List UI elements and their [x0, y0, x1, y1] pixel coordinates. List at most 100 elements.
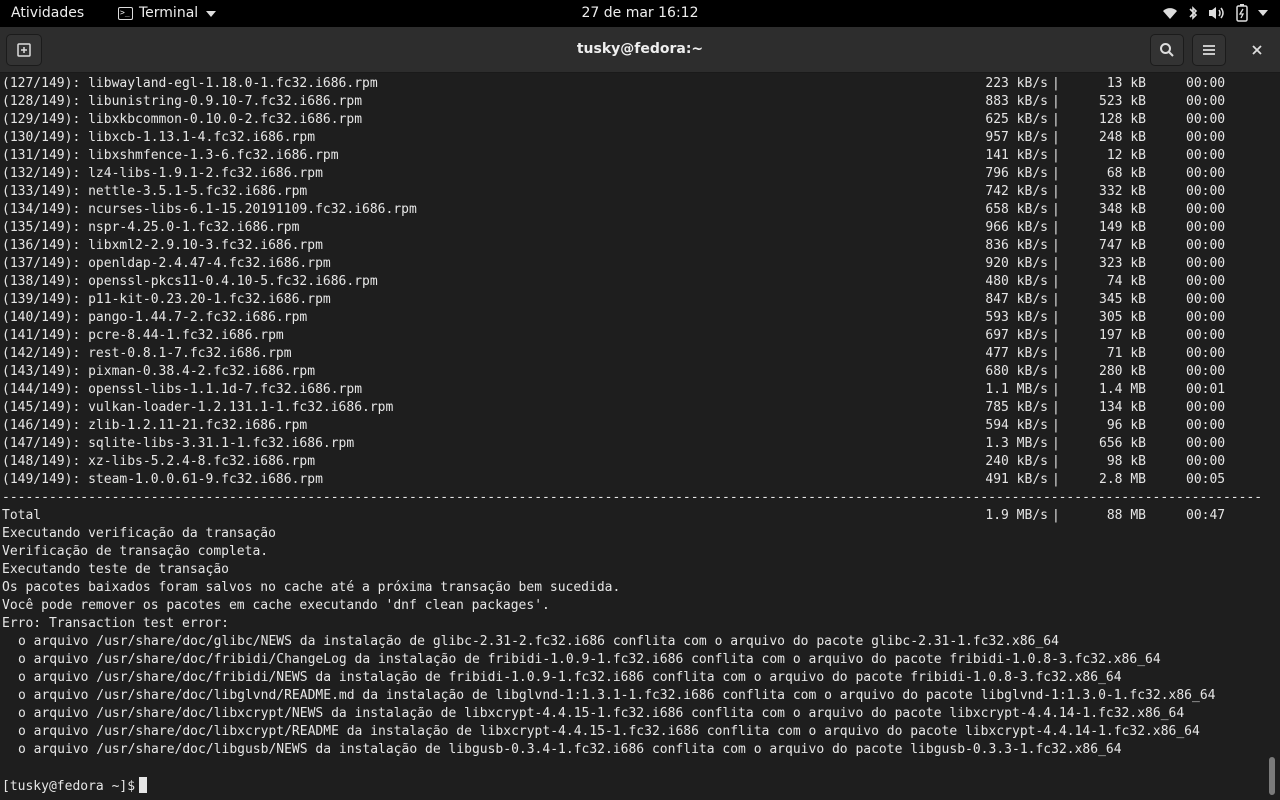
column-separator: | [1052, 454, 1060, 469]
download-speed: 957 kB/s [985, 130, 1048, 145]
system-status-area[interactable] [1162, 4, 1268, 22]
column-separator: | [1052, 346, 1060, 361]
menu-button[interactable] [1192, 34, 1226, 66]
download-line: (142/149): rest-0.8.1-7.fc32.i686.rpm 477… [2, 345, 1232, 363]
shell-prompt: [tusky@fedora ~]$ [2, 777, 148, 795]
error-line: o arquivo /usr/share/doc/libxcrypt/READM… [18, 724, 1200, 739]
download-size: 348 kB [1099, 202, 1146, 217]
column-separator: | [1052, 130, 1060, 145]
package-name: (130/149): libxcb-1.13.1-4.fc32.i686.rpm [2, 130, 316, 145]
download-size: 12 kB [1106, 148, 1146, 163]
column-separator: | [1052, 364, 1060, 379]
download-time: 00:00 [1186, 418, 1226, 433]
clock[interactable]: 27 de mar 16:12 [0, 5, 1280, 21]
window-headerbar: tusky@fedora:~ [0, 27, 1280, 73]
column-separator: | [1052, 472, 1060, 487]
download-time: 00:00 [1186, 76, 1226, 91]
package-name: (128/149): libunistring-0.9.10-7.fc32.i6… [2, 94, 363, 109]
prompt-text: [tusky@fedora ~]$ [2, 779, 136, 794]
download-speed: 477 kB/s [985, 346, 1048, 361]
wifi-icon [1163, 8, 1177, 19]
close-button[interactable] [1240, 34, 1274, 66]
terminal-output[interactable]: (127/149): libwayland-egl-1.18.0-1.fc32.… [0, 74, 1280, 800]
download-size: 523 kB [1099, 94, 1146, 109]
package-name: (127/149): libwayland-egl-1.18.0-1.fc32.… [2, 76, 378, 91]
error-line: o arquivo /usr/share/doc/fribidi/NEWS da… [18, 670, 1122, 685]
column-separator: | [1052, 238, 1060, 253]
package-name: (145/149): vulkan-loader-1.2.131.1-1.fc3… [2, 400, 394, 415]
bluetooth-icon [1189, 6, 1198, 20]
package-name: (148/149): xz-libs-5.2.4-8.fc32.i686.rpm [2, 454, 316, 469]
download-speed: 223 kB/s [985, 76, 1048, 91]
scrollbar[interactable] [1269, 757, 1275, 795]
download-time: 00:00 [1186, 346, 1226, 361]
package-name: (147/149): sqlite-libs-3.31.1-1.fc32.i68… [2, 436, 355, 451]
error-line: o arquivo /usr/share/doc/libglvnd/README… [18, 688, 1216, 703]
download-line: (145/149): vulkan-loader-1.2.131.1-1.fc3… [2, 399, 1232, 417]
download-line: (149/149): steam-1.0.0.61-9.fc32.i686.rp… [2, 471, 1232, 489]
error-line: o arquivo /usr/share/doc/libxcrypt/NEWS … [18, 706, 1185, 721]
download-size: 248 kB [1099, 130, 1146, 145]
download-time: 00:47 [1186, 508, 1226, 523]
download-size: 68 kB [1106, 166, 1146, 181]
download-line: (143/149): pixman-0.38.4-2.fc32.i686.rpm… [2, 363, 1232, 381]
download-speed: 1.9 MB/s [985, 508, 1048, 523]
download-speed: 1.3 MB/s [985, 436, 1048, 451]
package-name: (136/149): libxml2-2.9.10-3.fc32.i686.rp… [2, 238, 323, 253]
error-line: o arquivo /usr/share/doc/glibc/NEWS da i… [18, 634, 1059, 649]
download-time: 00:00 [1186, 256, 1226, 271]
window-title: tusky@fedora:~ [576, 41, 704, 57]
download-speed: 1.1 MB/s [985, 382, 1048, 397]
download-line: (139/149): p11-kit-0.23.20-1.fc32.i686.r… [2, 291, 1232, 309]
download-line: (134/149): ncurses-libs-6.1-15.20191109.… [2, 201, 1232, 219]
column-separator: | [1052, 274, 1060, 289]
download-speed: 785 kB/s [985, 400, 1048, 415]
download-line: (129/149): libxkbcommon-0.10.0-2.fc32.i6… [2, 111, 1232, 129]
download-size: 88 MB [1106, 508, 1146, 523]
search-button[interactable] [1150, 34, 1184, 66]
output-line: Executando teste de transação [2, 562, 229, 577]
text-cursor [139, 777, 148, 793]
download-time: 00:00 [1186, 292, 1226, 307]
column-separator: | [1052, 148, 1060, 163]
download-line: (138/149): openssl-pkcs11-0.4.10-5.fc32.… [2, 273, 1232, 291]
download-size: 345 kB [1099, 292, 1146, 307]
download-time: 00:00 [1186, 238, 1226, 253]
download-time: 00:00 [1186, 166, 1226, 181]
download-time: 00:00 [1186, 274, 1226, 289]
download-speed: 594 kB/s [985, 418, 1048, 433]
column-separator: | [1052, 76, 1060, 91]
download-size: 280 kB [1099, 364, 1146, 379]
download-time: 00:01 [1186, 382, 1226, 397]
download-time: 00:00 [1186, 364, 1226, 379]
download-size: 74 kB [1106, 274, 1146, 289]
download-line: (135/149): nspr-4.25.0-1.fc32.i686.rpm 96… [2, 219, 1232, 237]
output-line: Você pode remover os pacotes em cache ex… [2, 598, 550, 613]
download-time: 00:00 [1186, 436, 1226, 451]
download-size: 98 kB [1106, 454, 1146, 469]
column-separator: | [1052, 112, 1060, 127]
download-speed: 697 kB/s [985, 328, 1048, 343]
package-name: Total [2, 508, 42, 523]
battery-icon [1236, 4, 1248, 22]
download-size: 1.4 MB [1099, 382, 1146, 397]
package-name: (129/149): libxkbcommon-0.10.0-2.fc32.i6… [2, 112, 363, 127]
download-time: 00:00 [1186, 328, 1226, 343]
package-name: (140/149): pango-1.44.7-2.fc32.i686.rpm [2, 310, 308, 325]
output-line: Erro: Transaction test error: [2, 616, 229, 631]
column-separator: | [1052, 256, 1060, 271]
download-size: 96 kB [1106, 418, 1146, 433]
download-speed: 883 kB/s [985, 94, 1048, 109]
download-line: (141/149): pcre-8.44-1.fc32.i686.rpm 697 … [2, 327, 1232, 345]
package-name: (141/149): pcre-8.44-1.fc32.i686.rpm [2, 328, 284, 343]
package-name: (146/149): zlib-1.2.11-21.fc32.i686.rpm [2, 418, 308, 433]
download-size: 197 kB [1099, 328, 1146, 343]
download-time: 00:05 [1186, 472, 1226, 487]
download-speed: 240 kB/s [985, 454, 1048, 469]
download-time: 00:00 [1186, 454, 1226, 469]
download-time: 00:00 [1186, 130, 1226, 145]
download-time: 00:00 [1186, 400, 1226, 415]
download-speed: 625 kB/s [985, 112, 1048, 127]
volume-icon [1209, 7, 1224, 19]
download-time: 00:00 [1186, 184, 1226, 199]
